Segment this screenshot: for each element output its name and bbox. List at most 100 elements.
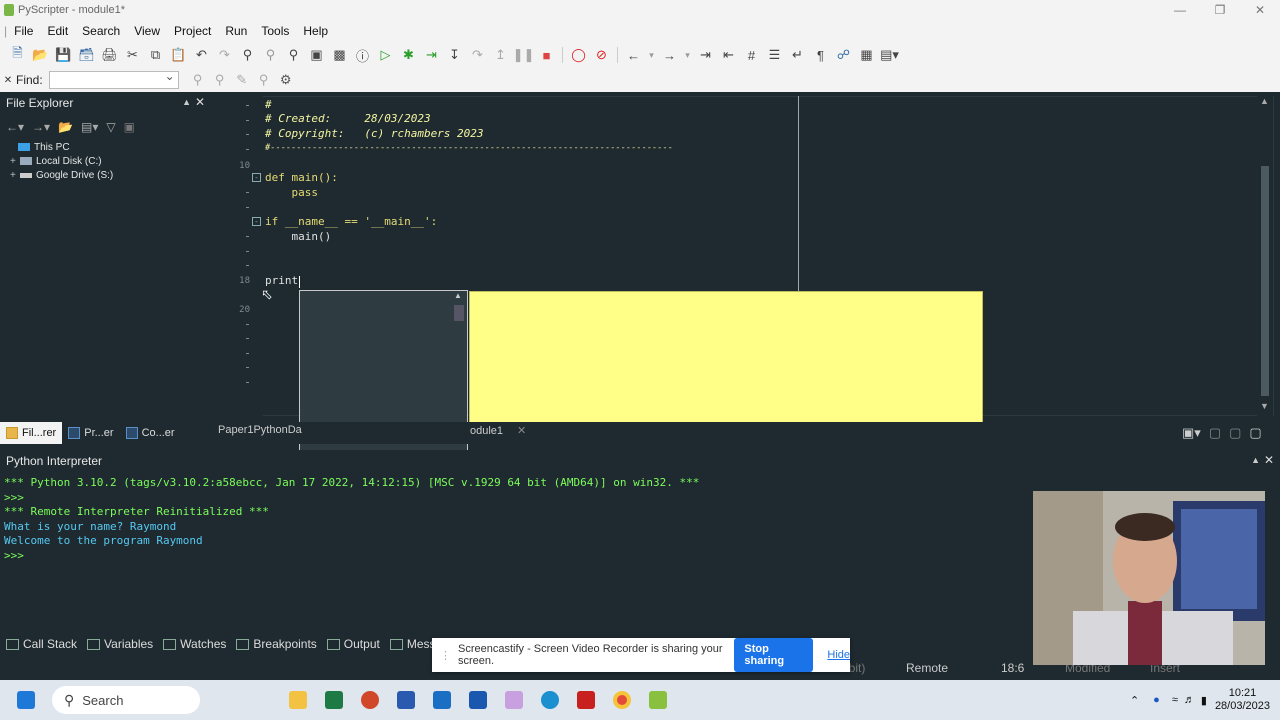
- menu-tools[interactable]: Tools: [254, 24, 296, 38]
- close-find-icon[interactable]: ✕: [2, 75, 14, 86]
- replace-icon[interactable]: ⚲: [284, 45, 304, 65]
- find-icon[interactable]: ⚲: [238, 45, 258, 65]
- mail-app-icon[interactable]: [460, 682, 496, 718]
- goto-icon[interactable]: ▩: [330, 45, 350, 65]
- new-tab-icon[interactable]: ▢: [1209, 425, 1221, 441]
- find-next-icon[interactable]: ⚲: [261, 45, 281, 65]
- tab-file-explorer[interactable]: Fil...rer: [0, 422, 63, 444]
- word-app-icon[interactable]: [388, 682, 424, 718]
- scroll-down-icon[interactable]: ▼: [1260, 401, 1269, 411]
- minimize-button[interactable]: —: [1160, 0, 1200, 20]
- tab-watches[interactable]: Watches: [163, 637, 226, 651]
- outlook-app-icon[interactable]: [424, 682, 460, 718]
- menu-view[interactable]: View: [127, 24, 167, 38]
- run-to-cursor-icon[interactable]: ⇥: [422, 45, 442, 65]
- file-explorer-app-icon[interactable]: [280, 682, 316, 718]
- windows-start-icon[interactable]: [8, 682, 44, 718]
- microphone-icon[interactable]: ●: [1153, 694, 1160, 706]
- menu-edit[interactable]: Edit: [40, 24, 75, 38]
- paste-icon[interactable]: 📋: [169, 45, 189, 65]
- tab-messages[interactable]: Mess: [389, 637, 436, 651]
- search-options-icon[interactable]: ⚙: [275, 70, 297, 90]
- menu-search[interactable]: Search: [75, 24, 127, 38]
- list-icon[interactable]: ☰: [765, 45, 785, 65]
- edge-app-icon[interactable]: [532, 682, 568, 718]
- tab-breakpoints[interactable]: Breakpoints: [236, 637, 317, 651]
- special-chars-icon[interactable]: ¶: [811, 45, 831, 65]
- show-hidden-icons-icon[interactable]: ⌃: [1130, 694, 1139, 707]
- forward-icon[interactable]: →▾: [32, 120, 50, 134]
- layouts-icon[interactable]: ▦: [857, 45, 877, 65]
- menu-help[interactable]: Help: [296, 24, 335, 38]
- save-all-icon[interactable]: 🗃: [77, 45, 97, 65]
- new-folder-icon[interactable]: ▣: [124, 120, 135, 134]
- stop-sharing-button[interactable]: Stop sharing: [734, 638, 814, 672]
- browse-folder-icon[interactable]: 📂: [58, 120, 73, 134]
- expand-icon[interactable]: +: [10, 156, 20, 167]
- back-icon[interactable]: ←▾: [6, 120, 24, 134]
- close-tab-icon[interactable]: ✕: [517, 425, 526, 437]
- scroll-up-icon[interactable]: ▲: [454, 291, 462, 300]
- popup-scrollbar-thumb[interactable]: [454, 305, 464, 321]
- forward-dropdown-icon[interactable]: ▾: [683, 45, 693, 65]
- editor-tab-module1[interactable]: odule1 ✕: [470, 424, 526, 437]
- view-menu-icon[interactable]: ▤▾: [81, 120, 98, 134]
- split-icon[interactable]: ▢: [1229, 425, 1241, 441]
- copy-icon[interactable]: ⧉: [146, 45, 166, 65]
- fold-toggle-icon[interactable]: -: [252, 217, 261, 226]
- fold-toggle-icon[interactable]: -: [252, 173, 261, 182]
- step-out-icon[interactable]: ↥: [491, 45, 511, 65]
- taskbar-search[interactable]: ⚲ Search: [52, 686, 200, 714]
- tree-node-local-disk[interactable]: + Local Disk (C:): [8, 154, 211, 168]
- scroll-up-icon[interactable]: ▲: [1260, 96, 1269, 106]
- clock[interactable]: 10:21 28/03/2023: [1215, 687, 1270, 713]
- stop-icon[interactable]: ■: [537, 45, 557, 65]
- replace-icon[interactable]: ⚲: [253, 70, 275, 90]
- find-previous-icon[interactable]: ⚲: [209, 70, 231, 90]
- tab-code-explorer[interactable]: Co...er: [120, 422, 181, 444]
- python-versions-icon[interactable]: ☍: [834, 45, 854, 65]
- tab-variables[interactable]: Variables: [87, 637, 153, 651]
- filter-icon[interactable]: ▽: [106, 120, 115, 134]
- chrome-app-icon[interactable]: [604, 682, 640, 718]
- indent-icon[interactable]: ⇥: [696, 45, 716, 65]
- back-icon[interactable]: ←: [624, 45, 644, 65]
- pyscripter-taskbar-icon[interactable]: [640, 682, 676, 718]
- run-icon[interactable]: ▷: [376, 45, 396, 65]
- pin-icon[interactable]: ▲: [182, 97, 191, 107]
- menu-run[interactable]: Run: [218, 24, 254, 38]
- print-icon[interactable]: 🖨: [100, 45, 120, 65]
- tab-project-explorer[interactable]: Pr...er: [62, 422, 119, 444]
- save-icon[interactable]: 💾: [54, 45, 74, 65]
- step-over-icon[interactable]: ↷: [468, 45, 488, 65]
- volume-icon[interactable]: ♬: [1184, 694, 1195, 706]
- tab-call-stack[interactable]: Call Stack: [6, 637, 77, 651]
- excel-app-icon[interactable]: [316, 682, 352, 718]
- menu-file[interactable]: File: [7, 24, 40, 38]
- cut-icon[interactable]: ✂: [123, 45, 143, 65]
- drag-handle-icon[interactable]: ⋮: [440, 649, 451, 662]
- pin-icon[interactable]: ▲: [1251, 455, 1260, 465]
- snipping-tool-icon[interactable]: [496, 682, 532, 718]
- close-panel-icon[interactable]: ✕: [1264, 453, 1274, 467]
- layout-dropdown-icon[interactable]: ▤▾: [880, 45, 900, 65]
- close-window-button[interactable]: ✕: [1240, 0, 1280, 20]
- clear-breakpoints-icon[interactable]: ⊘: [592, 45, 612, 65]
- tab-list-icon[interactable]: ▣▾: [1182, 425, 1201, 441]
- undo-icon[interactable]: ↶: [192, 45, 212, 65]
- scrollbar-thumb[interactable]: [1261, 166, 1269, 396]
- open-file-icon[interactable]: 📂: [31, 45, 51, 65]
- back-dropdown-icon[interactable]: ▾: [647, 45, 657, 65]
- open-folder-icon[interactable]: ▢: [1249, 425, 1261, 441]
- tree-node-google-drive[interactable]: + Google Drive (S:): [8, 168, 211, 182]
- wifi-icon[interactable]: ≈: [1172, 694, 1178, 706]
- battery-icon[interactable]: ▮: [1201, 694, 1207, 707]
- step-into-icon[interactable]: ↧: [445, 45, 465, 65]
- forward-icon[interactable]: →: [660, 45, 680, 65]
- find-next-icon[interactable]: ⚲: [187, 70, 209, 90]
- toggle-breakpoint-icon[interactable]: ◯: [569, 45, 589, 65]
- dedent-icon[interactable]: ⇤: [719, 45, 739, 65]
- find-combobox[interactable]: [48, 69, 179, 89]
- word-wrap-icon[interactable]: ↵: [788, 45, 808, 65]
- menu-project[interactable]: Project: [167, 24, 218, 38]
